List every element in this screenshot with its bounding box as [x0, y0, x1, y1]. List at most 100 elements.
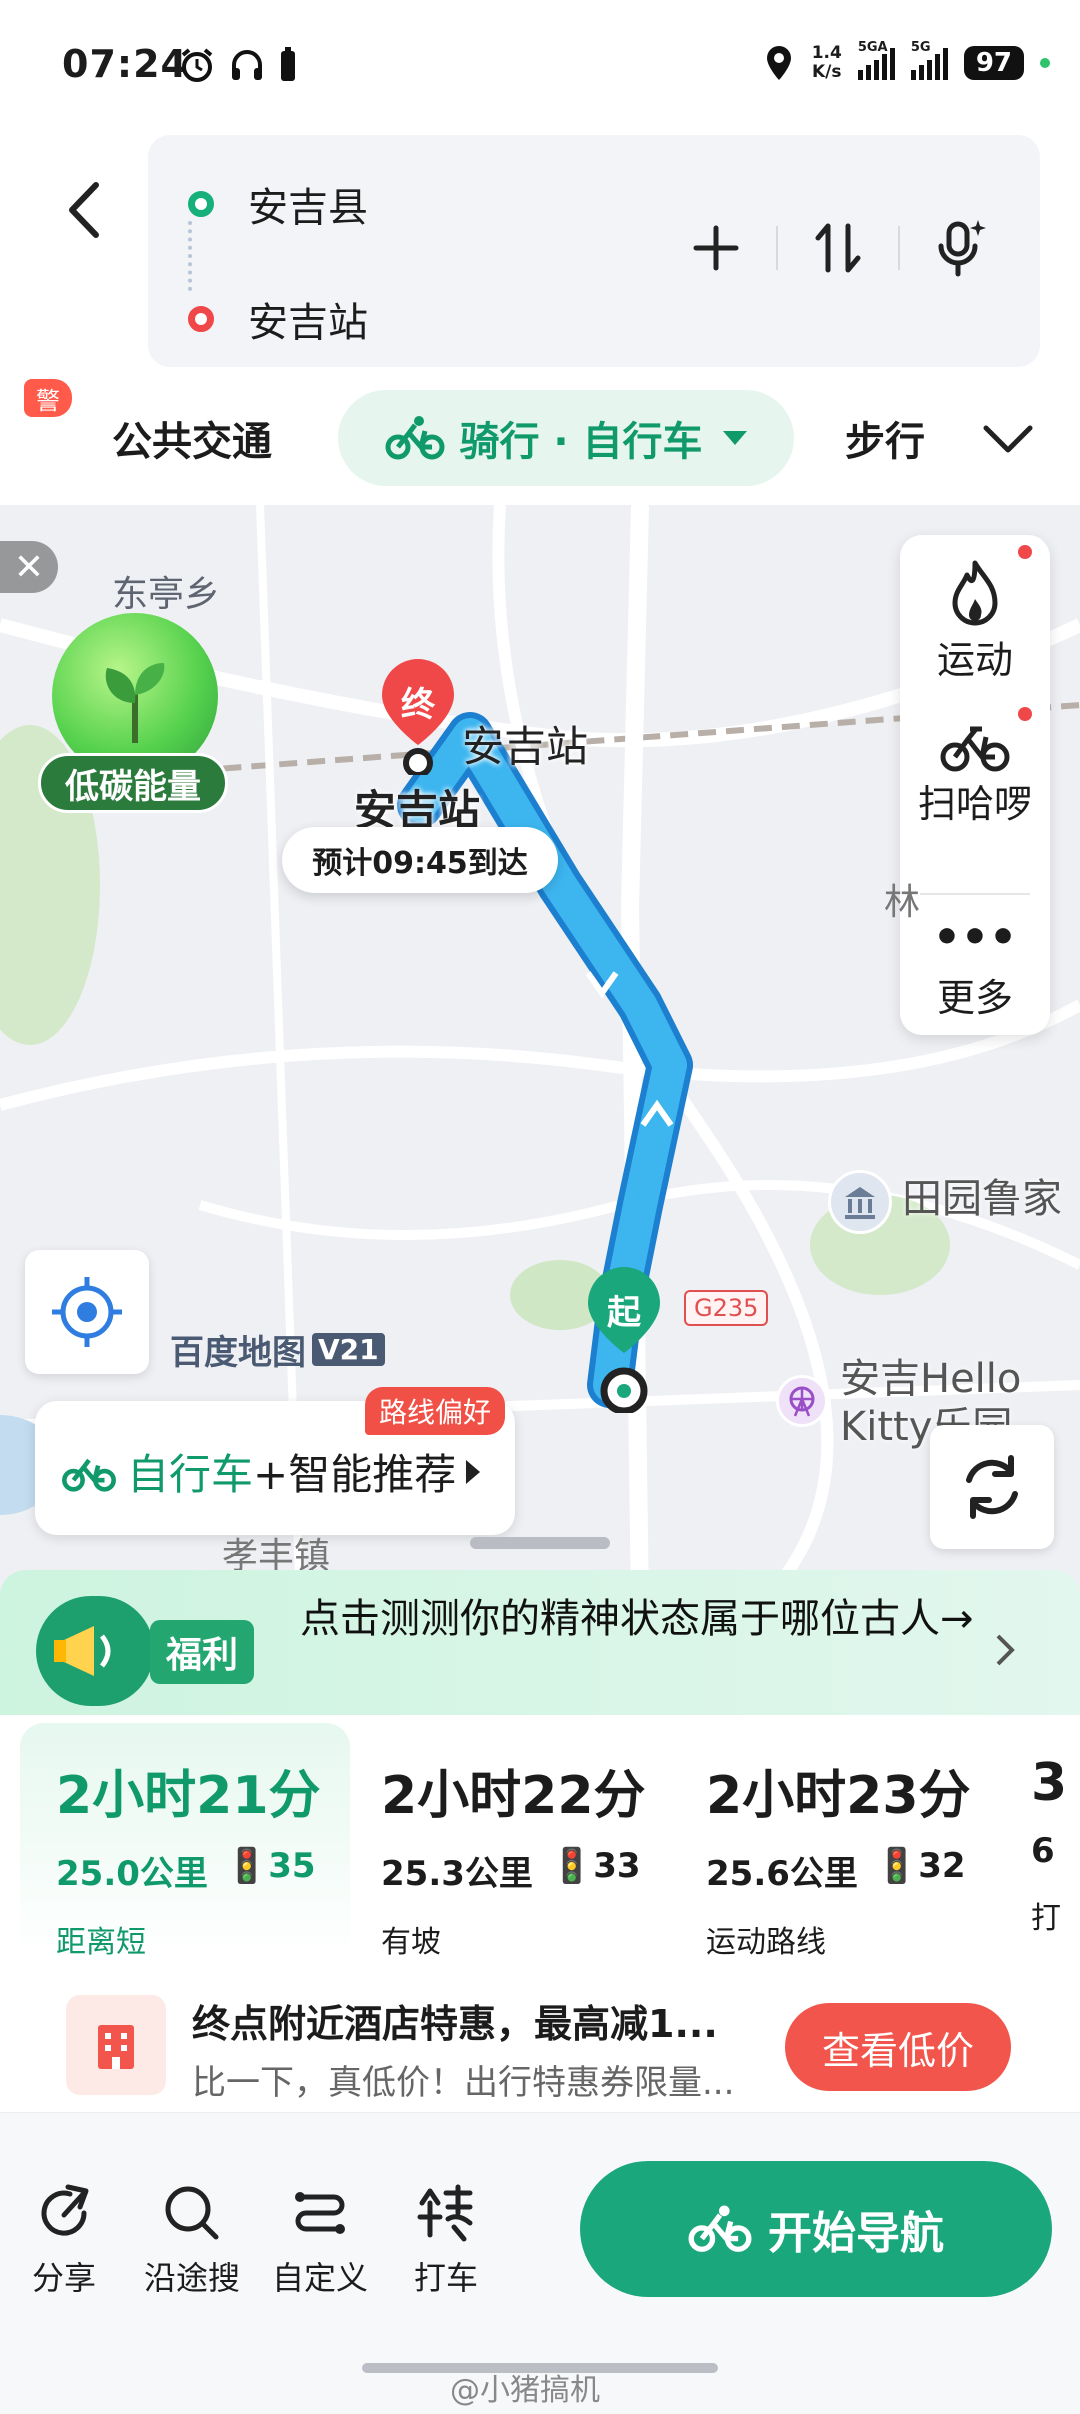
megaphone-icon	[36, 1596, 154, 1706]
route-option[interactable]: 3 6 打	[995, 1723, 1080, 1959]
microphone-icon	[938, 220, 986, 277]
chevron-down-icon	[983, 425, 1033, 453]
hotel-subtitle: 比一下，真低价！出行特惠券限量...	[192, 2063, 735, 2103]
more-modes-button[interactable]	[980, 390, 1036, 486]
pref-bike-label: 自行车	[127, 1450, 254, 1499]
hotel-icon	[66, 1995, 166, 2095]
route-option[interactable]: 2小时21分 25.0公里 🚦35 距离短	[20, 1723, 350, 1960]
end-marker-label: 终	[401, 685, 435, 725]
taxi-label: 打车	[413, 2259, 478, 2297]
more-tools-label: 更多	[936, 976, 1013, 1020]
travel-mode-tabs: 公共交通 骑行 · 自行车 步行	[0, 390, 1080, 500]
pref-smart-label: +智能推荐	[253, 1450, 457, 1499]
route-connector	[188, 221, 192, 291]
search-icon	[165, 2186, 219, 2240]
bicycle-icon	[940, 726, 1010, 772]
caret-down-icon	[722, 431, 747, 445]
promo-tag: 福利	[150, 1620, 255, 1684]
route-preference-badge: 路线偏好	[365, 1387, 506, 1435]
plus-icon	[693, 225, 739, 271]
view-low-price-button[interactable]: 查看低价	[785, 2003, 1011, 2091]
refresh-route-button[interactable]	[930, 1425, 1054, 1549]
voice-input-button[interactable]	[900, 213, 1020, 283]
tab-walk[interactable]: 步行	[845, 390, 925, 486]
promo-banner[interactable]: 福利 点击测测你的精神状态属于哪位古人→	[0, 1570, 1080, 1730]
swap-icon	[815, 223, 861, 273]
destination-text: 安吉站	[248, 300, 368, 346]
scan-bike-button[interactable]: 扫哈啰	[900, 713, 1050, 828]
share-label: 分享	[31, 2259, 96, 2297]
taxi-icon	[417, 2184, 473, 2242]
road-label: G235	[684, 1290, 769, 1326]
close-icon[interactable]: ✕	[0, 541, 58, 593]
status-bar: 07:24 1.4 K/s 5GA 5G 97	[0, 0, 1080, 135]
hotel-title: 终点附近酒店特惠，最高减1...	[192, 2002, 718, 2046]
signal-5ga-icon: 5GA	[857, 40, 895, 80]
route-option[interactable]: 2小时23分 25.6公里 🚦32 运动路线	[670, 1723, 1000, 1960]
more-tools-button[interactable]: ••• 更多	[900, 907, 1050, 1022]
map-side-panel: 运动 扫哈啰 ••• 更多	[900, 535, 1050, 1035]
bicycle-icon	[385, 416, 445, 460]
route-option[interactable]: 2小时22分 25.3公里 🚦33 有坡	[345, 1723, 675, 1960]
tab-bike[interactable]: 骑行 · 自行车	[338, 390, 794, 486]
chevron-right-icon	[990, 1630, 1020, 1680]
origin-field[interactable]: 安吉县	[188, 175, 368, 233]
battery-indicator: 97	[963, 46, 1024, 80]
start-marker-label: 起	[607, 1293, 641, 1333]
map-view[interactable]: ✕ 东亭乡 低碳能量 终 安吉站 安吉站 预计09:45到达 运动 扫哈啰 ••…	[0, 505, 1080, 1605]
origin-dot-icon	[188, 191, 214, 217]
sheet-drag-handle[interactable]	[470, 1537, 610, 1549]
partial-place-label: 林	[884, 882, 921, 923]
start-navigation-button[interactable]: 开始导航	[580, 2161, 1052, 2297]
route-custom-icon	[295, 2192, 345, 2234]
origin-text: 安吉县	[248, 185, 368, 231]
traffic-light-icon: 🚦32	[875, 1846, 966, 1886]
battery-small-icon	[281, 47, 295, 81]
start-navigation-label: 开始导航	[768, 2208, 944, 2259]
low-carbon-energy[interactable]: 低碳能量	[38, 613, 228, 813]
watermark: @小猪搞机	[450, 2373, 600, 2408]
chevron-left-icon	[69, 182, 99, 238]
alarm-icon	[181, 48, 213, 82]
customize-label: 自定义	[271, 2259, 368, 2297]
bicycle-icon	[62, 1458, 116, 1492]
add-waypoint-button[interactable]	[656, 213, 776, 283]
tab-bike-label: 骑行 · 自行车	[459, 419, 703, 465]
location-icon	[766, 46, 791, 80]
search-along-button[interactable]: 沿途搜	[132, 2173, 252, 2299]
share-icon	[41, 2184, 89, 2236]
eta-bubble: 预计09:45到达	[282, 827, 558, 893]
bicycle-icon	[688, 2205, 752, 2252]
status-icons	[178, 46, 298, 84]
more-dots-icon: •••	[932, 911, 1018, 963]
hotel-promo[interactable]: 终点附近酒店特惠，最高减1... 比一下，真低价！出行特惠券限量... 查看低价	[0, 1975, 1080, 2103]
status-time: 07:24	[62, 42, 188, 86]
route-preference-card[interactable]: 路线偏好 自行车 +智能推荐	[35, 1387, 515, 1535]
amusement-park-icon	[776, 1375, 828, 1427]
low-carbon-label: 低碳能量	[38, 753, 228, 813]
poi-tianyuan-label[interactable]: 田园鲁家	[902, 1175, 1062, 1223]
network-speed: 1.4 K/s	[811, 43, 842, 82]
status-right: 1.4 K/s 5GA 5G 97	[762, 40, 1050, 82]
map-brand: 百度地图 V21	[170, 1325, 385, 1374]
headphones-icon	[232, 50, 262, 80]
share-button[interactable]: 分享	[4, 2173, 124, 2299]
destination-dot-icon	[188, 306, 214, 332]
locate-button[interactable]	[25, 1250, 149, 1374]
route-header: 安吉县 安吉站 警 公共交通 骑行 · 自行车 步行	[0, 135, 1080, 505]
back-button[interactable]	[58, 175, 108, 245]
refresh-icon	[966, 1455, 1018, 1519]
taxi-button[interactable]: 打车	[386, 2173, 506, 2299]
destination-field[interactable]: 安吉站	[188, 290, 368, 348]
divider	[920, 893, 1030, 895]
station-poi-label[interactable]: 安吉站	[462, 713, 588, 774]
tab-transit[interactable]: 公共交通	[112, 390, 272, 486]
scan-bike-label: 扫哈啰	[917, 782, 1032, 826]
village-label: 东亭乡	[112, 574, 221, 615]
promo-text: 点击测测你的精神状态属于哪位古人→	[300, 1596, 974, 1642]
sport-button[interactable]: 运动	[900, 549, 1050, 684]
signal-5g-icon: 5G	[910, 40, 948, 80]
play-right-icon	[466, 1459, 481, 1484]
customize-button[interactable]: 自定义	[260, 2173, 380, 2299]
swap-route-button[interactable]	[778, 213, 898, 283]
